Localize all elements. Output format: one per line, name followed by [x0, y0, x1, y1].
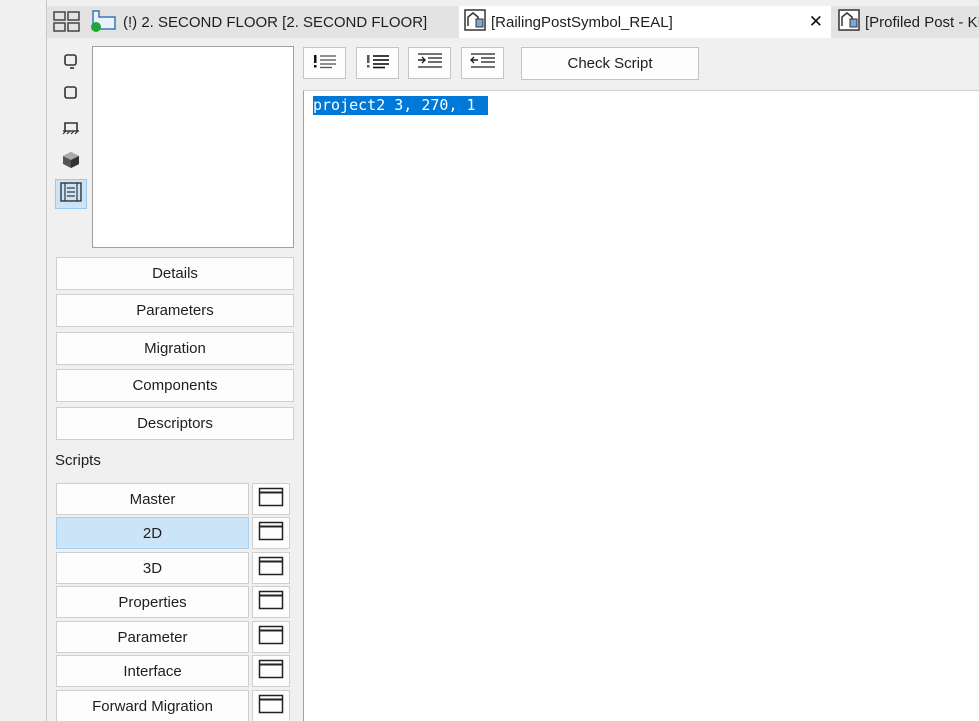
comment-icon: [312, 52, 338, 75]
window-icon: [258, 521, 284, 546]
tile-windows-icon[interactable]: [52, 10, 82, 39]
script-toolbar: Check Script: [303, 38, 979, 90]
3d-solid-icon: [61, 150, 81, 175]
app-window: (!) 2. SECOND FLOOR [2. SECOND FLOOR] [R…: [0, 0, 979, 721]
window-icon: [258, 694, 284, 719]
2d-symbol-icon: [62, 52, 80, 75]
tab-label: [RailingPostSymbol_REAL]: [491, 13, 673, 31]
master-open-window-button[interactable]: [252, 483, 290, 515]
view-3d-solid-button[interactable]: [55, 147, 87, 177]
library-part-icon: [463, 8, 487, 36]
interface-open-window-button[interactable]: [252, 655, 290, 687]
migration-button[interactable]: Migration: [56, 332, 294, 365]
view-3d-box-button[interactable]: [55, 80, 87, 110]
outdent-button[interactable]: [461, 47, 504, 79]
properties-open-window-button[interactable]: [252, 586, 290, 618]
scripts-section-label: Scripts: [55, 452, 101, 469]
check-script-button[interactable]: Check Script: [521, 47, 699, 80]
window-icon: [258, 487, 284, 512]
properties-script-button[interactable]: Properties: [56, 586, 249, 618]
2d-open-window-button[interactable]: [252, 517, 290, 549]
details-button[interactable]: Details: [56, 257, 294, 290]
script-editor[interactable]: project2 3, 270, 1: [303, 90, 979, 721]
view-script-button[interactable]: [55, 179, 87, 209]
components-button[interactable]: Components: [56, 369, 294, 402]
tab-second-floor[interactable]: (!) 2. SECOND FLOOR [2. SECOND FLOOR]: [89, 6, 453, 38]
floor-plan-icon: [89, 7, 119, 37]
parameters-button[interactable]: Parameters: [56, 294, 294, 327]
uncomment-icon: [365, 52, 391, 75]
indent-icon: [416, 52, 444, 75]
parameter-open-window-button[interactable]: [252, 621, 290, 653]
3d-open-window-button[interactable]: [252, 552, 290, 584]
preview-area: [92, 46, 294, 248]
close-tab-icon[interactable]: ✕: [809, 12, 823, 32]
3d-script-button[interactable]: 3D: [56, 552, 249, 584]
view-2d-symbol-button[interactable]: [55, 48, 87, 78]
code-line-selected[interactable]: project2 3, 270, 1: [313, 96, 488, 115]
outer-left-strip: [0, 0, 47, 721]
window-icon: [258, 625, 284, 650]
view-floor-plan-button[interactable]: [55, 115, 87, 145]
comment-button[interactable]: [303, 47, 346, 79]
tab-profiled-post[interactable]: [Profiled Post - KI: [831, 6, 979, 38]
floor-plan-view-icon: [61, 119, 81, 142]
3d-box-icon: [62, 84, 80, 107]
library-part-left-panel: Details Parameters Migration Components …: [47, 38, 303, 721]
indent-button[interactable]: [408, 47, 451, 79]
window-icon: [258, 556, 284, 581]
interface-script-button[interactable]: Interface: [56, 655, 249, 687]
forward-migration-script-button[interactable]: Forward Migration: [56, 690, 249, 721]
uncomment-button[interactable]: [356, 47, 399, 79]
window-icon: [258, 590, 284, 615]
tab-label: (!) 2. SECOND FLOOR [2. SECOND FLOOR]: [123, 13, 428, 31]
outdent-icon: [469, 52, 497, 75]
library-part-icon: [837, 8, 861, 36]
film-strip-icon: [59, 181, 83, 208]
window-icon: [258, 659, 284, 684]
tab-bar: (!) 2. SECOND FLOOR [2. SECOND FLOOR] [R…: [47, 6, 979, 38]
2d-script-button[interactable]: 2D: [56, 517, 249, 549]
parameter-script-button[interactable]: Parameter: [56, 621, 249, 653]
tab-label: [Profiled Post - KI: [865, 13, 979, 31]
master-script-button[interactable]: Master: [56, 483, 249, 515]
forward-migration-open-window-button[interactable]: [252, 690, 290, 721]
tab-railing-post-symbol[interactable]: [RailingPostSymbol_REAL] ✕: [459, 6, 831, 38]
descriptors-button[interactable]: Descriptors: [56, 407, 294, 440]
